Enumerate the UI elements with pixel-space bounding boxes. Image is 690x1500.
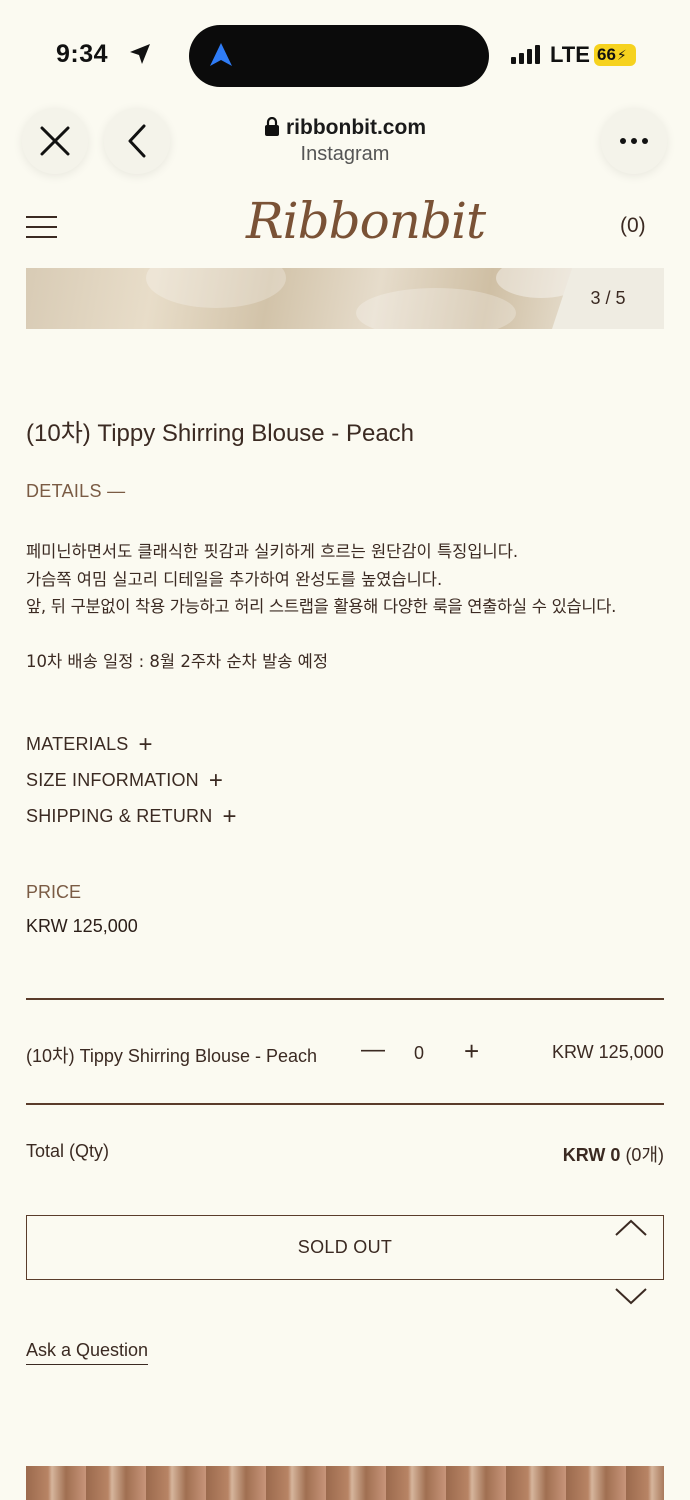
total-value: KRW 0 (0개) bbox=[563, 1141, 664, 1167]
ask-question-link[interactable]: Ask a Question bbox=[26, 1340, 149, 1365]
battery-icon: 66 ⚡ bbox=[594, 44, 636, 66]
price-label: PRICE bbox=[26, 882, 82, 902]
hamburger-menu-icon[interactable] bbox=[26, 216, 57, 246]
more-button[interactable] bbox=[601, 108, 667, 174]
scroll-down-icon[interactable] bbox=[614, 1286, 648, 1306]
navigation-icon bbox=[210, 43, 232, 66]
product-title: (10차) Tippy Shirring Blouse - Peach bbox=[26, 420, 415, 447]
network-label: LTE bbox=[550, 42, 590, 67]
accordion-label: SIZE INFORMATION bbox=[26, 770, 199, 790]
sold-out-button[interactable]: SOLD OUT bbox=[26, 1215, 664, 1280]
accordion-size-information[interactable]: SIZE INFORMATION + bbox=[26, 767, 223, 795]
plus-icon: + bbox=[208, 767, 224, 794]
site-logo[interactable]: Ribbonbit bbox=[246, 192, 486, 250]
accordion-shipping-return[interactable]: SHIPPING & RETURN + bbox=[26, 803, 237, 831]
accordion-label: MATERIALS bbox=[26, 734, 129, 754]
description-line: 앞, 뒤 구분없이 착용 가능하고 허리 스트랩을 활용해 다양한 룩을 연출하… bbox=[26, 597, 617, 616]
price-value: KRW 125,000 bbox=[26, 916, 138, 936]
quantity-minus-button[interactable]: — bbox=[361, 1036, 385, 1064]
quantity-value[interactable]: 0 bbox=[414, 1043, 424, 1064]
more-icon bbox=[620, 138, 648, 144]
charging-bolt-icon: ⚡ bbox=[616, 46, 627, 63]
status-time: 9:34 bbox=[56, 40, 109, 68]
description-line: 페미닌하면서도 클래식한 핏감과 실키하게 흐르는 원단감이 특징입니다. bbox=[26, 542, 519, 561]
total-amount: KRW 0 bbox=[562, 1145, 621, 1165]
details-toggle[interactable]: DETAILS — bbox=[26, 481, 125, 502]
divider bbox=[26, 998, 664, 1000]
url-source: Instagram bbox=[300, 143, 390, 165]
option-name: (10차) Tippy Shirring Blouse - Peach bbox=[26, 1046, 318, 1066]
scroll-up-icon[interactable] bbox=[614, 1218, 648, 1238]
divider bbox=[26, 1103, 664, 1105]
signal-icon bbox=[511, 45, 540, 64]
dynamic-island bbox=[189, 25, 489, 87]
related-image[interactable] bbox=[26, 1466, 664, 1500]
accordion-materials[interactable]: MATERIALS + bbox=[26, 731, 153, 759]
quantity-plus-button[interactable]: + bbox=[464, 1036, 479, 1067]
shipping-note: 10차 배송 일정 : 8월 2주차 순차 발송 예정 bbox=[26, 652, 329, 671]
total-qty: (0개) bbox=[625, 1145, 664, 1165]
option-price: KRW 125,000 bbox=[552, 1042, 664, 1062]
location-arrow-icon bbox=[130, 44, 150, 64]
plus-icon: + bbox=[222, 803, 237, 830]
description-line: 가슴쪽 여밈 실고리 디테일을 추가하여 완성도를 높였습니다. bbox=[26, 570, 443, 589]
url-bar[interactable]: ribbonbit.com bbox=[0, 116, 690, 140]
url-domain: ribbonbit.com bbox=[286, 116, 426, 139]
battery-level: 66 bbox=[597, 45, 616, 64]
lock-icon bbox=[265, 116, 279, 136]
cart-count[interactable]: (0) bbox=[620, 214, 646, 238]
plus-icon: + bbox=[138, 731, 153, 758]
total-label: Total (Qty) bbox=[26, 1141, 110, 1161]
accordion-label: SHIPPING & RETURN bbox=[26, 806, 213, 826]
